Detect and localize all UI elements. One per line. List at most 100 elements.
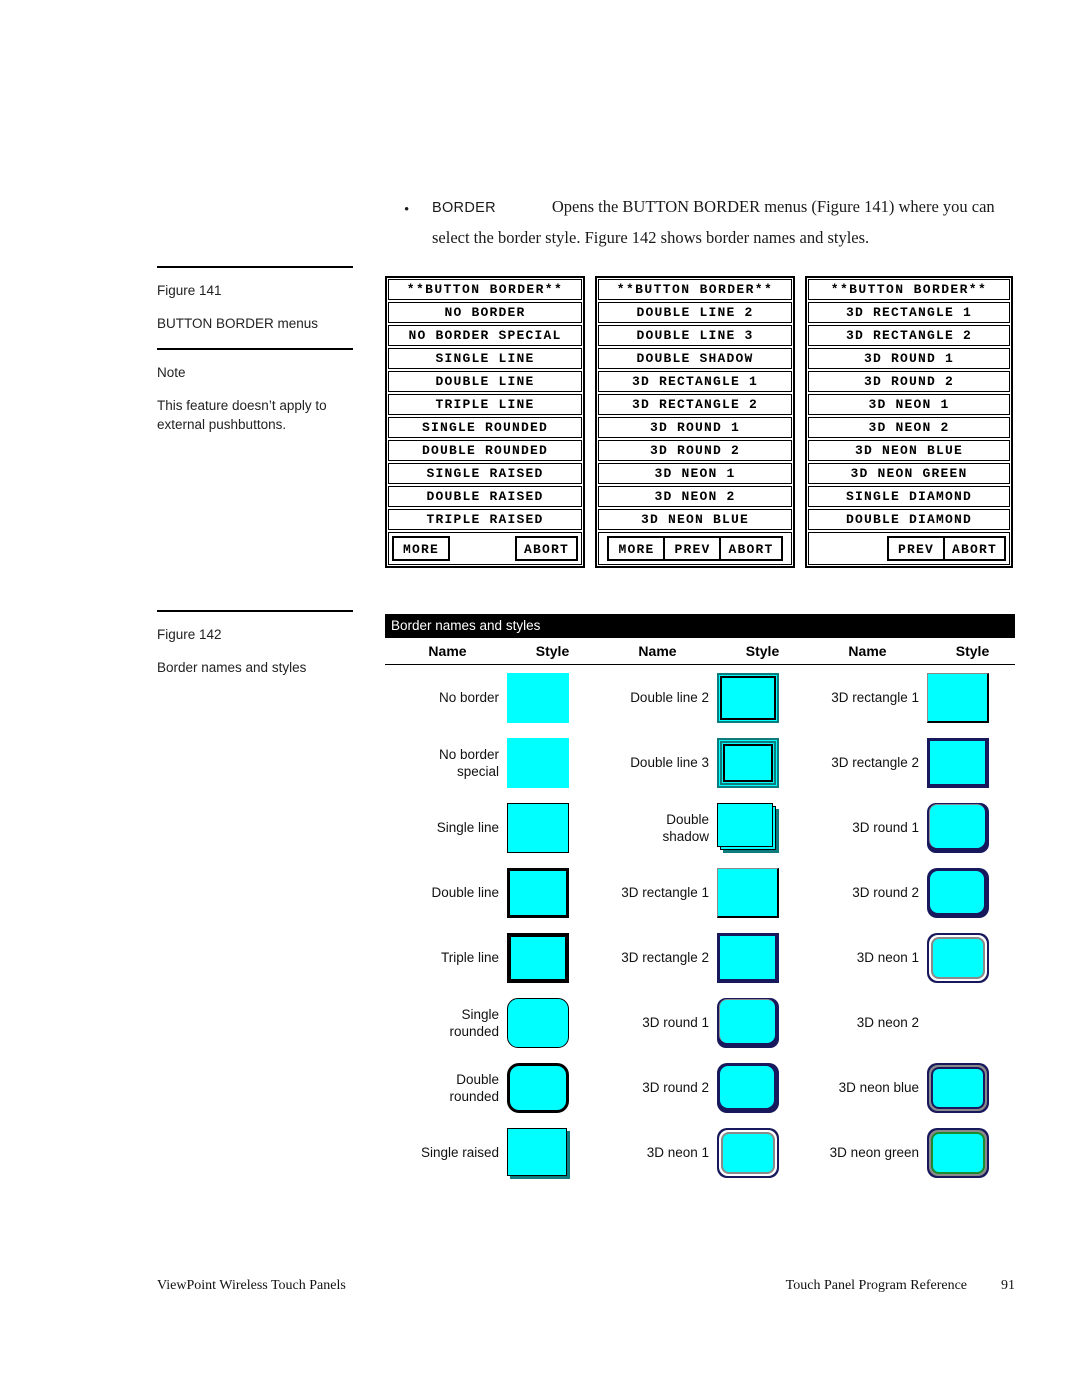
menu-item-3d-neon-1[interactable]: 3D NEON 1 [598,463,792,484]
style-swatch-no-border-special [507,737,571,788]
border-style-cell [927,1127,1015,1178]
menu-title: **BUTTON BORDER** [598,279,792,300]
border-name: Single rounded [449,1006,499,1039]
border-name: Single raised [420,1145,499,1160]
table-row: 3D rectangle 1 [595,860,805,925]
abort-button[interactable]: ABORT [514,536,578,561]
menu-item-3d-round-1[interactable]: 3D ROUND 1 [808,348,1010,369]
menu-item-3d-neon-2[interactable]: 3D NEON 2 [598,486,792,507]
intro-keyword: BORDER [432,200,496,216]
menu-item-triple-line[interactable]: TRIPLE LINE [388,394,582,415]
border-style-cell [927,737,1015,788]
figure-142-border-names-and-styles: Border names and styles Name Style Name Sty… [385,614,1015,1185]
style-swatch-3d-rectangle-2-b [927,737,991,788]
table-row: Double line 2 [595,665,805,730]
menu-item-3d-neon-blue[interactable]: 3D NEON BLUE [598,509,792,530]
margin-note-subtitle: Border names and styles [157,660,307,675]
border-name: 3D neon 2 [856,1015,919,1030]
border-style-cell [717,997,805,1048]
style-swatch-double-line [507,867,571,918]
margin-note-title: Figure 141 [157,283,222,298]
menu-item-3d-round-2[interactable]: 3D ROUND 2 [598,440,792,461]
menu-item-single-line[interactable]: SINGLE LINE [388,348,582,369]
style-swatch-double-rounded [507,1062,571,1113]
border-style-cell [507,867,595,918]
border-name: Double line 3 [630,755,709,770]
menu-item-3d-rectangle-1[interactable]: 3D RECTANGLE 1 [598,371,792,392]
border-style-cell [927,867,1015,918]
abort-button[interactable]: ABORT [719,536,783,561]
menu-item-single-raised[interactable]: SINGLE RAISED [388,463,582,484]
menu-item-double-line[interactable]: DOUBLE LINE [388,371,582,392]
menu-item-double-diamond[interactable]: DOUBLE DIAMOND [808,509,1010,530]
footer-page-number: 91 [1001,1278,1015,1293]
menu-item-triple-raised[interactable]: TRIPLE RAISED [388,509,582,530]
table-row: 3D round 1 [805,795,1015,860]
divider [157,610,353,612]
margin-note-figure-142: Figure 142 Border names and styles [157,610,353,677]
table-row: 3D rectangle 1 [805,665,1015,730]
table-row: 3D round 2 [805,860,1015,925]
table-row: 3D rectangle 2 [805,730,1015,795]
abort-button[interactable]: ABORT [942,536,1006,561]
menu-item-3d-rectangle-1[interactable]: 3D RECTANGLE 1 [808,302,1010,323]
column-header-style-3: Style [955,643,990,659]
style-swatch-3d-round-2-b [927,867,991,918]
table-row: Double line [385,860,595,925]
table-row: 3D neon blue [805,1055,1015,1120]
border-name: Double line [431,885,499,900]
style-swatch-single-rounded [507,997,571,1048]
button-border-menu-1: **BUTTON BORDER** NO BORDER NO BORDER SPEC… [385,276,585,568]
border-style-cell [927,998,1015,1048]
menu-item-3d-neon-2[interactable]: 3D NEON 2 [808,417,1010,438]
menu-item-double-raised[interactable]: DOUBLE RAISED [388,486,582,507]
border-name: 3D rectangle 2 [621,950,709,965]
menu-item-single-rounded[interactable]: SINGLE ROUNDED [388,417,582,438]
border-name: 3D neon blue [838,1080,919,1095]
border-style-cell [717,737,805,788]
more-button[interactable]: MORE [607,536,666,561]
menu-item-no-border[interactable]: NO BORDER [388,302,582,323]
menu-item-no-border-special[interactable]: NO BORDER SPECIAL [388,325,582,346]
style-swatch-3d-round-1 [717,997,781,1048]
table-row: 3D round 2 [595,1055,805,1120]
table-caption-bar: Border names and styles [385,614,1015,638]
border-style-cell [717,1062,805,1113]
style-swatch-double-line-3 [717,737,781,788]
menu-item-double-line-2[interactable]: DOUBLE LINE 2 [598,302,792,323]
menu-item-3d-neon-green[interactable]: 3D NEON GREEN [808,463,1010,484]
border-style-cell [717,1127,805,1178]
border-name: 3D neon green [829,1145,919,1160]
style-swatch-3d-round-2 [717,1062,781,1113]
table-header-row: Name Style Name Style Name Style [385,638,1015,665]
border-name: 3D neon 1 [856,950,919,965]
prev-button[interactable]: PREV [886,536,945,561]
more-button[interactable]: MORE [392,536,450,561]
menu-item-double-line-3[interactable]: DOUBLE LINE 3 [598,325,792,346]
menu-item-double-rounded[interactable]: DOUBLE ROUNDED [388,440,582,461]
table-column-1: No border No border special Single line Dou… [385,665,595,1185]
border-name: 3D rectangle 1 [831,690,919,705]
style-swatch-double-shadow [717,802,781,853]
table-row: Double shadow [595,795,805,860]
menu-item-3d-neon-blue[interactable]: 3D NEON BLUE [808,440,1010,461]
figure-141-button-border-menus: **BUTTON BORDER** NO BORDER NO BORDER SPEC… [385,276,1013,568]
table-row: 3D neon 1 [805,925,1015,990]
style-swatch-triple-line [507,932,571,983]
menu-item-single-diamond[interactable]: SINGLE DIAMOND [808,486,1010,507]
style-swatch-3d-rectangle-1 [717,867,781,918]
style-swatch-no-border [507,672,571,723]
style-swatch-3d-neon-1 [717,1127,781,1178]
menu-item-3d-round-2[interactable]: 3D ROUND 2 [808,371,1010,392]
menu-item-double-shadow[interactable]: DOUBLE SHADOW [598,348,792,369]
style-swatch-3d-neon-blue [927,1062,991,1113]
menu-item-3d-neon-1[interactable]: 3D NEON 1 [808,394,1010,415]
table-column-3: 3D rectangle 1 3D rectangle 2 3D round 1 3D… [805,665,1015,1185]
border-style-cell [717,932,805,983]
style-swatch-3d-rectangle-1-b [927,672,991,723]
menu-item-3d-rectangle-2[interactable]: 3D RECTANGLE 2 [598,394,792,415]
style-swatch-3d-rectangle-2 [717,932,781,983]
menu-item-3d-round-1[interactable]: 3D ROUND 1 [598,417,792,438]
prev-button[interactable]: PREV [663,536,722,561]
menu-item-3d-rectangle-2[interactable]: 3D RECTANGLE 2 [808,325,1010,346]
